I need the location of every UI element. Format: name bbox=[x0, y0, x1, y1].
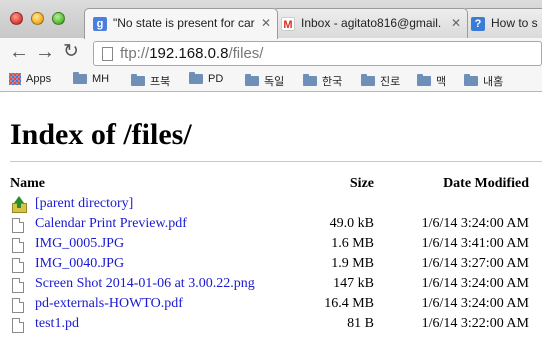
bookmark-folder-8[interactable]: 내홈 bbox=[464, 73, 503, 89]
file-date: 1/6/14 3:41:00 AM bbox=[421, 236, 529, 251]
window-maximize-button[interactable] bbox=[52, 12, 65, 25]
tab-how-to[interactable]: ? How to s bbox=[462, 8, 542, 38]
file-icon bbox=[12, 278, 24, 293]
file-link[interactable]: Calendar Print Preview.pdf bbox=[35, 216, 187, 232]
bookmark-apps[interactable]: Apps bbox=[9, 73, 51, 89]
file-date: 1/6/14 3:24:00 AM bbox=[421, 216, 529, 231]
bookmark-folder-6[interactable]: 진로 bbox=[361, 73, 400, 89]
file-row: Calendar Print Preview.pdf 49.0 kB 1/6/1… bbox=[0, 215, 542, 235]
file-date: 1/6/14 3:22:00 AM bbox=[421, 316, 529, 331]
google-icon: g bbox=[93, 17, 107, 31]
window-close-button[interactable] bbox=[10, 12, 23, 25]
file-icon bbox=[12, 318, 24, 333]
tab-title: How to s bbox=[491, 16, 538, 30]
file-size: 1.6 MB bbox=[331, 236, 374, 251]
page-icon bbox=[102, 47, 113, 61]
close-tab-icon[interactable]: ✕ bbox=[261, 16, 271, 30]
folder-icon bbox=[245, 74, 259, 86]
file-icon bbox=[12, 218, 24, 233]
window-minimize-button[interactable] bbox=[31, 12, 44, 25]
listing-header: Name Size Date Modified bbox=[0, 176, 542, 196]
bookmark-folder-4[interactable]: 독일 bbox=[245, 73, 284, 89]
back-arrow-icon[interactable]: ← bbox=[9, 42, 29, 62]
apps-icon bbox=[9, 73, 21, 86]
file-icon bbox=[12, 298, 24, 313]
tab-title: Inbox - agitato816@gmail. bbox=[301, 16, 442, 30]
file-size: 81 B bbox=[347, 316, 374, 331]
bookmark-folder-pd[interactable]: PD bbox=[189, 72, 223, 89]
column-header-date[interactable]: Date Modified bbox=[443, 176, 529, 192]
reload-icon[interactable]: ↻ bbox=[63, 42, 79, 62]
file-icon bbox=[12, 258, 24, 273]
bookmark-folder-7[interactable]: 맥 bbox=[417, 73, 446, 89]
file-date: 1/6/14 3:24:00 AM bbox=[421, 276, 529, 291]
file-size: 1.9 MB bbox=[331, 256, 374, 271]
divider bbox=[10, 161, 542, 162]
folder-icon bbox=[417, 74, 431, 86]
file-row: Screen Shot 2014-01-06 at 3.00.22.png 14… bbox=[0, 275, 542, 295]
folder-icon bbox=[464, 74, 478, 86]
file-row: test1.pd 81 B 1/6/14 3:22:00 AM bbox=[0, 315, 542, 335]
file-row: IMG_0005.JPG 1.6 MB 1/6/14 3:41:00 AM bbox=[0, 235, 542, 255]
file-link[interactable]: test1.pd bbox=[35, 316, 79, 332]
column-header-size[interactable]: Size bbox=[350, 176, 374, 192]
file-row: IMG_0040.JPG 1.9 MB 1/6/14 3:27:00 AM bbox=[0, 255, 542, 275]
file-size: 16.4 MB bbox=[324, 296, 374, 311]
close-tab-icon[interactable]: ✕ bbox=[451, 16, 461, 30]
parent-directory-row: [parent directory] bbox=[0, 195, 542, 215]
address-bar[interactable]: ftp://192.168.0.8/files/ bbox=[93, 41, 542, 66]
file-date: 1/6/14 3:24:00 AM bbox=[421, 296, 529, 311]
file-size: 147 kB bbox=[333, 276, 374, 291]
up-folder-icon bbox=[12, 196, 27, 213]
bookmarks-bar: Apps MH 프북 PD 독일 한국 진로 맥 내홈 bbox=[0, 68, 542, 92]
file-icon bbox=[12, 238, 24, 253]
url-text[interactable]: ftp://192.168.0.8/files/ bbox=[120, 45, 263, 62]
folder-icon bbox=[131, 74, 145, 86]
page-title: Index of /files/ bbox=[10, 118, 192, 151]
file-link[interactable]: Screen Shot 2014-01-06 at 3.00.22.png bbox=[35, 276, 255, 292]
bookmark-folder-mh[interactable]: MH bbox=[73, 72, 109, 89]
file-size: 49.0 kB bbox=[329, 216, 374, 231]
file-link[interactable]: IMG_0040.JPG bbox=[35, 256, 124, 272]
forward-arrow-icon[interactable]: → bbox=[35, 42, 55, 62]
file-link[interactable]: IMG_0005.JPG bbox=[35, 236, 124, 252]
folder-icon bbox=[73, 72, 87, 85]
column-header-name[interactable]: Name bbox=[10, 176, 45, 192]
bookmark-folder-5[interactable]: 한국 bbox=[303, 73, 342, 89]
tab-title: "No state is present for car bbox=[113, 16, 255, 30]
parent-directory-link[interactable]: [parent directory] bbox=[35, 196, 133, 212]
gmail-icon: M bbox=[281, 17, 295, 31]
browser-toolbar: ← → ↻ ftp://192.168.0.8/files/ bbox=[0, 38, 542, 68]
tab-strip: ? How to s M Inbox - agitato816@gmail. ✕… bbox=[0, 0, 542, 39]
folder-icon bbox=[361, 74, 375, 86]
bookmark-folder-2[interactable]: 프북 bbox=[131, 73, 170, 89]
page-content: Index of /files/ Name Size Date Modified… bbox=[0, 92, 542, 354]
file-date: 1/6/14 3:27:00 AM bbox=[421, 256, 529, 271]
folder-icon bbox=[303, 74, 317, 86]
folder-icon bbox=[189, 72, 203, 85]
tab-google-search[interactable]: g "No state is present for car ✕ bbox=[84, 8, 278, 39]
help-icon: ? bbox=[471, 17, 485, 31]
tab-gmail-inbox[interactable]: M Inbox - agitato816@gmail. ✕ bbox=[272, 8, 468, 38]
file-link[interactable]: pd-externals-HOWTO.pdf bbox=[35, 296, 183, 312]
file-row: pd-externals-HOWTO.pdf 16.4 MB 1/6/14 3:… bbox=[0, 295, 542, 315]
